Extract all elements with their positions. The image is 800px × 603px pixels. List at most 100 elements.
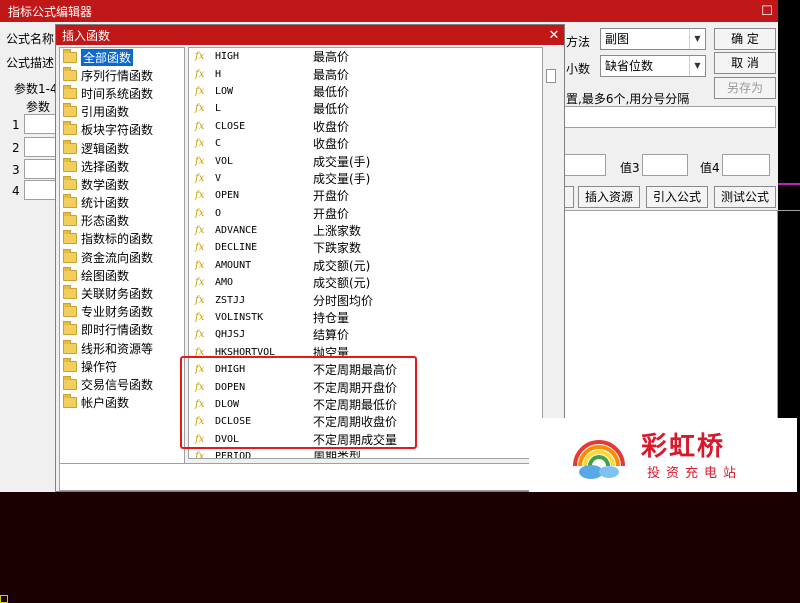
function-row[interactable]: fx VOL 成交量(手) [189, 152, 542, 169]
category-item[interactable]: 逻辑函数 [60, 139, 184, 157]
category-label: 资金流向函数 [81, 250, 154, 265]
fx-icon: fx [195, 103, 205, 115]
function-row[interactable]: fx V 成交量(手) [189, 170, 542, 187]
function-name: HIGH [215, 51, 240, 63]
function-row[interactable]: fx CLOSE 收盘价 [189, 118, 542, 135]
function-description: 成交量(手) [313, 171, 371, 186]
function-row[interactable]: fx DECLINE 下跌家数 [189, 239, 542, 256]
category-item[interactable]: 即时行情函数 [60, 321, 184, 339]
category-tree[interactable]: 全部函数序列行情函数 时间系统函数引用函数 板块字符函数 逻辑函数 选择函数 数学函数 统计… [59, 47, 185, 485]
scroll-button[interactable] [546, 69, 556, 83]
category-item[interactable]: 线形和资源等 [60, 339, 184, 357]
function-description: 成交额(元) [313, 258, 371, 273]
function-row[interactable]: fx LOW 最低价 [189, 83, 542, 100]
function-name: DECLINE [215, 242, 258, 254]
function-row[interactable]: fx PERIOD 周期类型 [189, 448, 542, 459]
category-label: 指数标的函数 [81, 232, 154, 247]
function-row[interactable]: fx QHJSJ 结算价 [189, 326, 542, 343]
folder-icon [63, 303, 77, 318]
param-2-input[interactable] [24, 137, 56, 157]
category-item[interactable]: 时间系统函数 [60, 84, 184, 102]
params-hint-input[interactable] [562, 106, 776, 128]
function-description: 最低价 [313, 84, 350, 99]
value-2-input[interactable] [562, 154, 606, 176]
category-label: 交易信号函数 [81, 377, 154, 392]
close-icon[interactable]: ✕ [544, 28, 564, 43]
function-description: 收盘价 [313, 137, 350, 152]
function-row[interactable]: fx C 收盘价 [189, 135, 542, 152]
category-item[interactable]: 交易信号函数 [60, 375, 184, 393]
function-name: C [215, 138, 222, 150]
test-formula-button[interactable]: 测试公式 [714, 186, 776, 208]
function-row[interactable]: fx L 最低价 [189, 100, 542, 117]
category-item[interactable]: 专业财务函数 [60, 303, 184, 321]
function-description: 收盘价 [313, 119, 350, 134]
function-row[interactable]: fx O 开盘价 [189, 205, 542, 222]
method-select[interactable]: 副图 ▼ [600, 28, 706, 50]
cancel-button[interactable]: 取 消 [714, 52, 776, 74]
category-item[interactable]: 绘图函数 [60, 266, 184, 284]
param-row-4-label: 4 [12, 184, 20, 198]
chevron-down-icon[interactable]: ▼ [689, 29, 705, 49]
folder-icon [63, 66, 77, 81]
function-row[interactable]: fx AMOUNT 成交额(元) [189, 257, 542, 274]
param-row-3-label: 3 [12, 163, 20, 177]
editor-title: 指标公式编辑器 [8, 4, 93, 19]
function-description: 开盘价 [313, 189, 350, 204]
function-row[interactable]: fx H 最高价 [189, 65, 542, 82]
category-label: 序列行情函数 [81, 68, 154, 83]
maximize-icon[interactable]: ☐ [756, 4, 778, 19]
category-item[interactable]: 数学函数 [60, 175, 184, 193]
chart-marker [0, 595, 8, 603]
category-item[interactable]: 指数标的函数 [60, 230, 184, 248]
param-row-2-label: 2 [12, 141, 20, 155]
function-description: 周期类型 [313, 450, 362, 459]
folder-icon [63, 394, 77, 409]
folder-icon [63, 157, 77, 172]
category-item[interactable]: 选择函数 [60, 157, 184, 175]
ok-button[interactable]: 确 定 [714, 28, 776, 50]
params-hint-label: 置,最多6个,用分号分隔 [566, 92, 690, 106]
function-name: AMOUNT [215, 259, 252, 271]
category-item[interactable]: 关联财务函数 [60, 284, 184, 302]
chevron-down-icon[interactable]: ▼ [689, 56, 705, 76]
function-row[interactable]: fx ADVANCE 上涨家数 [189, 222, 542, 239]
formula-desc-label: 公式描述 [6, 56, 55, 70]
function-description: 上涨家数 [313, 224, 362, 239]
dialog-titlebar: 插入函数 ✕ [56, 25, 564, 45]
method-label: 方法 [566, 35, 591, 49]
save-as-button[interactable]: 另存为 [714, 77, 776, 99]
function-row[interactable]: fx AMO 成交额(元) [189, 274, 542, 291]
category-item[interactable]: 全部函数 [60, 48, 184, 66]
category-item[interactable]: 统计函数 [60, 194, 184, 212]
function-description: 成交额(元) [313, 276, 371, 291]
function-description: 成交量(手) [313, 154, 371, 169]
decimals-select[interactable]: 缺省位数 ▼ [600, 55, 706, 77]
function-row[interactable]: fx OPEN 开盘价 [189, 187, 542, 204]
function-row[interactable]: fx HIGH 最高价 [189, 48, 542, 65]
param-row-1-label: 1 [12, 118, 20, 132]
category-item[interactable]: 帐户函数 [60, 394, 184, 412]
category-item[interactable]: 形态函数 [60, 212, 184, 230]
insert-resource-button[interactable]: 插入资源 [578, 186, 640, 208]
category-item[interactable]: 板块字符函数 [60, 121, 184, 139]
category-item[interactable]: 序列行情函数 [60, 66, 184, 84]
category-label: 时间系统函数 [81, 86, 154, 101]
import-formula-button[interactable]: 引入公式 [646, 186, 708, 208]
param-1-input[interactable] [24, 114, 56, 134]
param-4-input[interactable] [24, 180, 56, 200]
value-4-input[interactable] [722, 154, 770, 176]
category-item[interactable]: 操作符 [60, 357, 184, 375]
function-name: O [215, 207, 222, 219]
value-3-input[interactable] [642, 154, 688, 176]
category-item[interactable]: 引用函数 [60, 103, 184, 121]
function-row[interactable]: fx ZSTJJ 分时图均价 [189, 291, 542, 308]
param-3-input[interactable] [24, 159, 56, 179]
category-item[interactable]: 资金流向函数 [60, 248, 184, 266]
category-label: 全部函数 [81, 48, 134, 66]
fx-icon: fx [195, 329, 205, 341]
category-label: 帐户函数 [81, 396, 130, 411]
formula-name-label: 公式名称 [6, 32, 55, 46]
fx-icon: fx [195, 51, 205, 63]
function-row[interactable]: fx VOLINSTK 持仓量 [189, 309, 542, 326]
